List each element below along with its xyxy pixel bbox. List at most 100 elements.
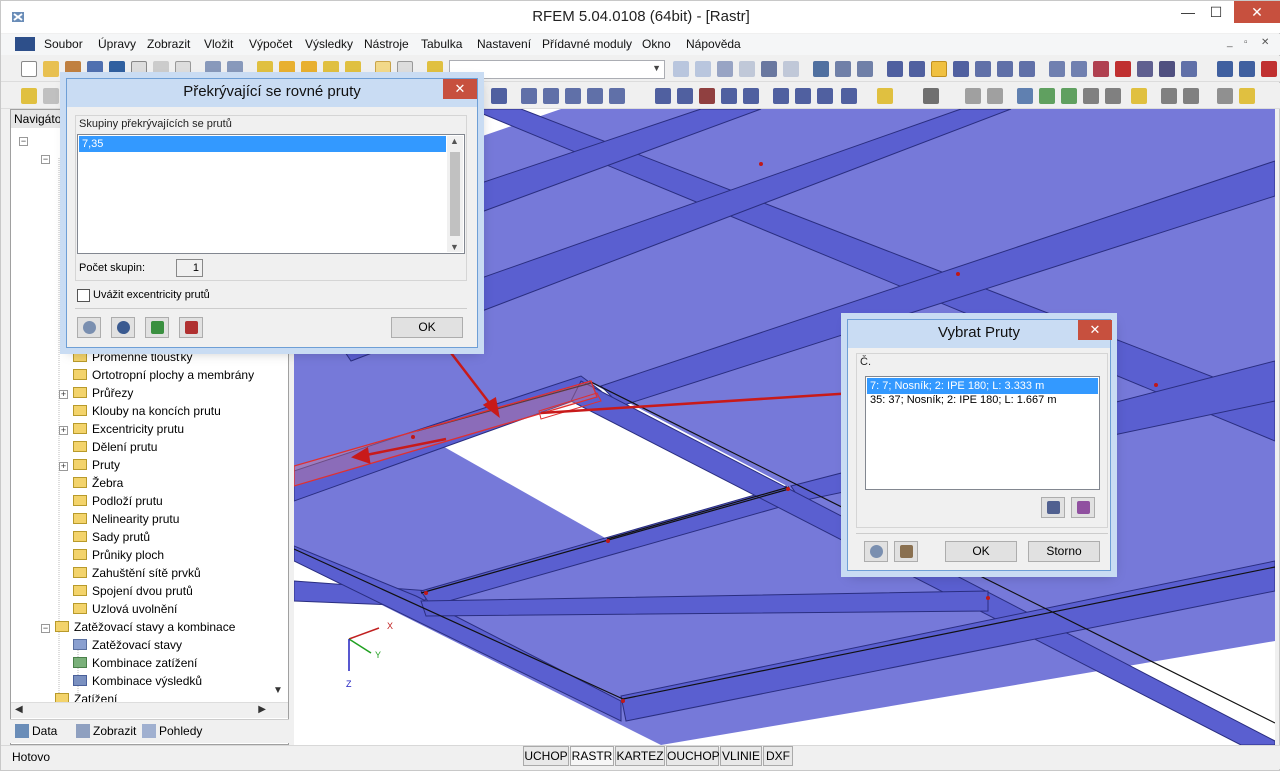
- cartesian-icon[interactable]: [1019, 61, 1035, 77]
- refresh-icon[interactable]: [813, 61, 829, 77]
- scroll-left-icon[interactable]: ◀: [15, 704, 23, 715]
- eccentricity-checkbox[interactable]: [77, 289, 90, 302]
- loadcase-select[interactable]: ▼: [449, 60, 665, 79]
- view-z-icon[interactable]: [817, 88, 833, 104]
- cross-icon[interactable]: [1115, 61, 1131, 77]
- dialog1-ok-button[interactable]: OK: [391, 317, 463, 338]
- list-item[interactable]: 7,35: [79, 136, 446, 152]
- help-button[interactable]: [77, 317, 101, 338]
- dimension-icon[interactable]: [987, 88, 1003, 104]
- warning-icon[interactable]: [1093, 61, 1109, 77]
- close-button[interactable]: ✕: [1234, 1, 1280, 23]
- eccentricity-checkbox-label[interactable]: Uvážit excentricity prutů: [93, 289, 210, 301]
- menu-vypocet[interactable]: Výpočet: [249, 37, 292, 51]
- horizontal-scrollbar[interactable]: ◀ ▶: [11, 702, 288, 718]
- dialog2-ok-button[interactable]: OK: [945, 541, 1017, 562]
- expander[interactable]: −: [41, 624, 50, 633]
- copy-icon[interactable]: [345, 61, 361, 77]
- scrollbar-thumb[interactable]: [450, 152, 460, 236]
- undo-icon[interactable]: [205, 61, 221, 77]
- measure-icon[interactable]: [965, 88, 981, 104]
- search-icon[interactable]: [279, 61, 295, 77]
- layers-icon[interactable]: [1131, 88, 1147, 104]
- menu-vlozit[interactable]: Vložit: [204, 37, 233, 51]
- zoom-icon[interactable]: [677, 88, 693, 104]
- redo-icon[interactable]: [227, 61, 243, 77]
- display-settings-button[interactable]: [894, 541, 918, 562]
- view-icon[interactable]: [761, 61, 777, 77]
- osnap-icon[interactable]: [953, 61, 969, 77]
- tree-item-sady-prutu[interactable]: Sady prutů: [73, 530, 150, 548]
- zoom-out-icon[interactable]: [699, 88, 715, 104]
- print-icon[interactable]: [131, 61, 147, 77]
- status-ouchop-button[interactable]: OUCHOP: [666, 746, 720, 766]
- target-icon[interactable]: [301, 61, 317, 77]
- visibility-icon[interactable]: [1161, 88, 1177, 104]
- tree-item-kombinace-zatizeni[interactable]: Kombinace zatížení: [73, 656, 197, 674]
- member-icon[interactable]: [491, 88, 507, 104]
- menu-tabulka[interactable]: Tabulka: [421, 37, 462, 51]
- cube-icon[interactable]: [1061, 88, 1077, 104]
- results-icon[interactable]: [717, 61, 733, 77]
- tree-item-klouby[interactable]: Klouby na koncích prutu: [73, 404, 221, 422]
- help-arrow-icon[interactable]: [1261, 61, 1277, 77]
- iso-icon[interactable]: [743, 88, 759, 104]
- new-file-icon[interactable]: [21, 61, 37, 77]
- menu-soubor[interactable]: Soubor: [44, 37, 83, 51]
- export-excel-button[interactable]: [145, 317, 169, 338]
- link-icon[interactable]: [1049, 61, 1065, 77]
- view-y-icon[interactable]: [795, 88, 811, 104]
- tree-item-zebra[interactable]: Žebra: [73, 476, 123, 494]
- menu-upravy[interactable]: Úpravy: [98, 37, 136, 51]
- support-icon[interactable]: [609, 88, 625, 104]
- menu-napoveda[interactable]: Nápověda: [686, 37, 741, 51]
- expander[interactable]: −: [41, 155, 50, 164]
- tree-item-pruniky-ploch[interactable]: Průniky ploch: [73, 548, 164, 566]
- export-icon[interactable]: [1217, 61, 1233, 77]
- status-uchop-button[interactable]: UCHOP: [523, 746, 569, 766]
- rotate-icon[interactable]: [655, 88, 671, 104]
- scroll-down-icon[interactable]: ▼: [450, 242, 459, 252]
- tree-item-ortotropni-plochy[interactable]: Ortotropní plochy a membrány: [73, 368, 254, 386]
- tree-item-zatezovaci-stavy[interactable]: Zatěžovací stavy: [73, 638, 182, 656]
- axes-icon[interactable]: [1083, 88, 1099, 104]
- scroll-down-arrow[interactable]: ▼: [273, 685, 283, 696]
- expander[interactable]: +: [59, 462, 68, 471]
- scroll-right-icon[interactable]: ▶: [258, 704, 266, 715]
- pencil-icon[interactable]: [257, 61, 273, 77]
- circle-icon[interactable]: [1071, 61, 1087, 77]
- select-all-button[interactable]: [1041, 497, 1065, 518]
- next-arrow-icon[interactable]: [695, 61, 711, 77]
- surface-icon[interactable]: [521, 88, 537, 104]
- tree-item-pruty[interactable]: Pruty: [73, 458, 120, 476]
- menu-nastaveni[interactable]: Nastavení: [477, 37, 531, 51]
- model-icon[interactable]: [87, 61, 103, 77]
- tab-zobrazit[interactable]: Zobrazit: [76, 724, 136, 738]
- gear-icon[interactable]: [1159, 61, 1175, 77]
- deselect-all-button[interactable]: [1071, 497, 1095, 518]
- dialog1-close-button[interactable]: ✕: [443, 79, 477, 99]
- tree-item-uzlova-uvolneni[interactable]: Uzlová uvolnění: [73, 602, 177, 620]
- tree-item-zahusteni-site[interactable]: Zahuštění sítě prvků: [73, 566, 201, 584]
- dialog2-cancel-button[interactable]: Storno: [1028, 541, 1100, 562]
- vertical-scrollbar[interactable]: ▲ ▼: [447, 136, 463, 252]
- opening-icon[interactable]: [565, 88, 581, 104]
- snap-icon[interactable]: [909, 61, 925, 77]
- tree-item-spojeni-prutu[interactable]: Spojení dvou prutů: [73, 584, 193, 602]
- display-icon[interactable]: [877, 88, 893, 104]
- print-preview-icon[interactable]: [153, 61, 169, 77]
- raster-icon[interactable]: [931, 61, 947, 77]
- expander[interactable]: +: [59, 390, 68, 399]
- tree-item-prurezy[interactable]: Průřezy: [73, 386, 133, 404]
- guide-icon[interactable]: [1017, 88, 1033, 104]
- render-icon[interactable]: [923, 88, 939, 104]
- members-list[interactable]: 7: 7; Nosník; 2: IPE 180; L: 3.333 m 35:…: [865, 376, 1100, 490]
- menu-nastroje[interactable]: Nástroje: [364, 37, 409, 51]
- help-button[interactable]: [864, 541, 888, 562]
- tree-item-zatizeni[interactable]: Zatížení: [55, 692, 117, 702]
- document-icon[interactable]: [15, 37, 35, 51]
- maximize-button[interactable]: ☐: [1199, 1, 1233, 23]
- status-dxf-button[interactable]: DXF: [763, 746, 793, 766]
- tree-item-promenne-tloustky[interactable]: Proměnné tloušťky: [73, 350, 193, 368]
- prev-arrow-icon[interactable]: [673, 61, 689, 77]
